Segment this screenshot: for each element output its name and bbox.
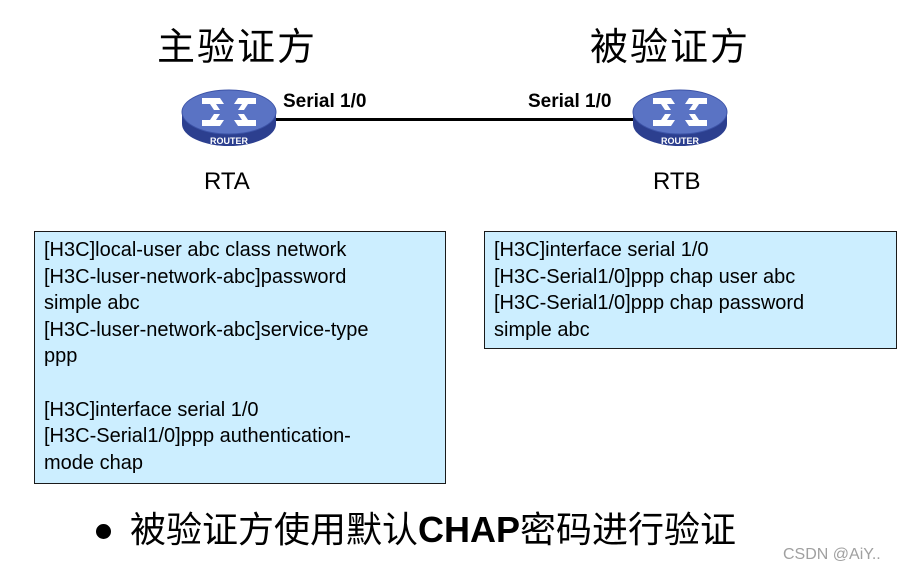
interface-label-rta: Serial 1/0 xyxy=(283,91,367,112)
config-line: [H3C]interface serial 1/0 xyxy=(44,398,259,421)
watermark: CSDN @AiY.. xyxy=(783,546,881,563)
interface-label-rtb: Serial 1/0 xyxy=(528,91,612,112)
config-line: [H3C-Serial1/0]ppp authentication- xyxy=(44,425,351,448)
summary-part: 被验证方使用默认 xyxy=(130,510,419,551)
authenticatee-title: 被验证方 xyxy=(590,25,751,69)
config-line: [H3C-luser-network-abc]service-type xyxy=(44,318,369,341)
router-icon: ROUTER xyxy=(181,89,277,146)
config-box-rtb: [H3C]interface serial 1/0 [H3C-Serial1/0… xyxy=(484,231,897,349)
config-line: simple abc xyxy=(44,292,140,315)
bullet-icon xyxy=(96,524,111,539)
config-box-rta: [H3C]local-user abc class network [H3C-l… xyxy=(34,231,446,484)
serial-link-line xyxy=(276,118,636,121)
router-device-label: ROUTER xyxy=(661,136,700,146)
config-line: [H3C]interface serial 1/0 xyxy=(494,239,709,261)
router-icon: ROUTER xyxy=(632,89,728,146)
authenticator-title: 主验证方 xyxy=(157,25,318,69)
config-line: mode chap xyxy=(44,451,143,474)
config-line: [H3C]local-user abc class network xyxy=(44,239,347,261)
summary-part-chap: CHAP xyxy=(418,509,521,550)
router-device-label: ROUTER xyxy=(210,136,249,146)
config-line: ppp xyxy=(44,345,78,368)
router-name-rta: RTA xyxy=(204,168,250,195)
summary-text: 被验证方使用默认CHAP密码进行验证 xyxy=(130,512,736,549)
router-name-rtb: RTB xyxy=(653,168,701,195)
config-line: [H3C-luser-network-abc]password xyxy=(44,265,347,288)
config-line: simple abc xyxy=(494,318,590,341)
config-line: [H3C-Serial1/0]ppp chap user abc xyxy=(494,265,796,288)
summary-part: 密码进行验证 xyxy=(520,510,737,551)
config-line: [H3C-Serial1/0]ppp chap password xyxy=(494,292,805,315)
config-line xyxy=(44,370,436,397)
